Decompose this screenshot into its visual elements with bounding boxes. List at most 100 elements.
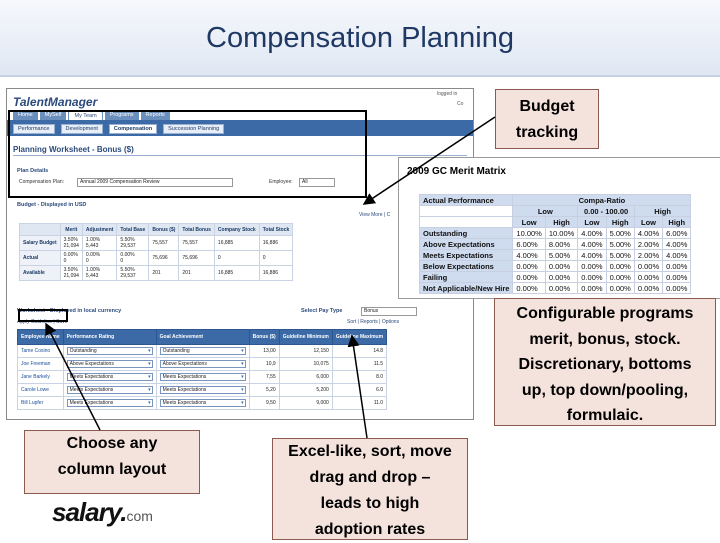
worksheet-column-header[interactable]: Guideline Minimum bbox=[278, 329, 333, 345]
worksheet-column-header[interactable]: Guideline Maximum bbox=[331, 329, 388, 345]
worksheet-column-header[interactable]: Bonus ($) bbox=[248, 329, 280, 345]
budget-column-header: Total Bonus bbox=[178, 223, 215, 236]
matrix-cell: 5.00% bbox=[605, 238, 635, 250]
merit-matrix-table: Actual Performance Compa-Ratio Low 0.00 - 1… bbox=[418, 194, 692, 294]
matrix-cell: 0.00% bbox=[577, 282, 607, 294]
budget-view-more-link[interactable]: View More | C bbox=[359, 212, 390, 218]
matrix-cell: 0.00% bbox=[633, 260, 664, 272]
bonus-input-cell[interactable]: 9,50 bbox=[248, 396, 280, 410]
chevron-down-icon[interactable]: ▾ bbox=[241, 374, 244, 380]
chevron-down-icon[interactable]: ▾ bbox=[241, 400, 244, 406]
chevron-down-icon[interactable]: ▾ bbox=[148, 361, 151, 367]
budget-row: Actual 0.00% 0 0.00% 0 0.00% 0 75,696 75,696 0… bbox=[19, 250, 294, 266]
bonus-input-cell[interactable]: 7,55 bbox=[248, 370, 280, 384]
callout-line: column layout bbox=[57, 461, 167, 478]
matrix-subheader: Low bbox=[512, 216, 546, 228]
guideline-max-cell: 11.0 bbox=[331, 396, 388, 410]
budget-table: Merit Adjustment Total Base Bonus ($) Total … bbox=[19, 223, 294, 281]
budget-cell: 16,886 bbox=[258, 265, 294, 281]
matrix-row: Above Expectations 6.00% 8.00% 4.00% 5.00% 2.… bbox=[418, 238, 692, 250]
matrix-row-label: Above Expectations bbox=[418, 238, 514, 250]
matrix-cell: 0.00% bbox=[577, 271, 607, 283]
chevron-down-icon[interactable]: ▾ bbox=[241, 361, 244, 367]
goal-achievement-cell: Meets Expectations ▾ bbox=[155, 370, 250, 384]
employee-name-cell[interactable]: Carole Lowe bbox=[17, 383, 64, 397]
matrix-cell: 5.00% bbox=[605, 227, 635, 239]
chevron-down-icon[interactable]: ▾ bbox=[148, 348, 151, 354]
guideline-min-cell: 9,000 bbox=[278, 396, 333, 410]
matrix-subheader: High bbox=[605, 216, 635, 228]
budget-cell: 75,696 bbox=[178, 250, 215, 266]
matrix-spacer bbox=[418, 216, 514, 228]
callout-column-layout: Choose any column layout bbox=[24, 430, 200, 494]
callout-line: Budget bbox=[519, 98, 575, 115]
matrix-cell: 4.00% bbox=[577, 249, 607, 261]
employee-name-cell[interactable]: Jane Barkely bbox=[17, 370, 64, 384]
range-high-header: High bbox=[633, 205, 692, 217]
performance-rating-select[interactable]: Meets Expectations ▾ bbox=[66, 399, 153, 407]
callout-line: Excel-like, sort, move bbox=[288, 443, 452, 460]
worksheet-column-header[interactable]: Performance Rating bbox=[62, 329, 157, 345]
budget-column-header: Total Base bbox=[116, 223, 150, 236]
table-row: Tame Cosino Outstanding ▾ Outstanding ▾ 13,00… bbox=[17, 344, 388, 358]
matrix-spacer bbox=[418, 205, 514, 217]
sort-report-links[interactable]: Sort | Reports | Options bbox=[347, 319, 399, 325]
performance-rating-cell: Above Expectations ▾ bbox=[62, 357, 157, 371]
budget-cell: 201 bbox=[148, 265, 180, 281]
matrix-cell: 4.00% bbox=[662, 249, 692, 261]
matrix-cell: 0.00% bbox=[605, 260, 635, 272]
employee-name-cell[interactable]: Tame Cosino bbox=[17, 344, 64, 358]
chevron-down-icon[interactable]: ▾ bbox=[148, 387, 151, 393]
merit-matrix-panel: 2009 GC Merit Matrix Actual Performance C… bbox=[398, 157, 720, 299]
performance-rating-select[interactable]: Above Expectations ▾ bbox=[66, 360, 153, 368]
callout-line: Choose any bbox=[66, 435, 158, 452]
goal-achievement-value: Above Expectations bbox=[162, 361, 207, 367]
matrix-cell: 8.00% bbox=[544, 238, 579, 250]
matrix-subheader: Low bbox=[577, 216, 607, 228]
goal-achievement-value: Outstanding bbox=[162, 348, 190, 354]
worksheet-column-header[interactable]: Employee Name bbox=[17, 329, 64, 345]
callout-line: Configurable programs bbox=[516, 305, 694, 322]
chevron-down-icon[interactable]: ▾ bbox=[148, 374, 151, 380]
goal-achievement-select[interactable]: Outstanding ▾ bbox=[159, 347, 246, 355]
bonus-input-cell[interactable]: 10,9 bbox=[248, 357, 280, 371]
budget-cell: 75,696 bbox=[148, 250, 180, 266]
performance-rating-select[interactable]: Outstanding ▾ bbox=[66, 347, 153, 355]
matrix-cell: 0.00% bbox=[633, 271, 664, 283]
chevron-down-icon[interactable]: ▾ bbox=[241, 387, 244, 393]
guideline-min-cell: 6,000 bbox=[278, 370, 333, 384]
matrix-cell: 0.00% bbox=[544, 282, 579, 294]
goal-achievement-value: Meets Expectations bbox=[162, 400, 207, 406]
matrix-cell: 2.00% bbox=[633, 238, 664, 250]
performance-rating-select[interactable]: Meets Expectations ▾ bbox=[66, 373, 153, 381]
matrix-cell: 6.00% bbox=[512, 238, 546, 250]
chevron-down-icon[interactable]: ▾ bbox=[241, 348, 244, 354]
bonus-input-cell[interactable]: 5,20 bbox=[248, 383, 280, 397]
performance-rating-select[interactable]: Meets Expectations ▾ bbox=[66, 386, 153, 394]
compa-ratio-header: Compa-Ratio bbox=[512, 194, 692, 206]
pay-type-select[interactable]: Bonus bbox=[361, 307, 417, 316]
employee-name-cell[interactable]: Bill Lupfer bbox=[17, 396, 64, 410]
goal-achievement-select[interactable]: Meets Expectations ▾ bbox=[159, 399, 246, 407]
goal-achievement-select[interactable]: Above Expectations ▾ bbox=[159, 360, 246, 368]
matrix-subheader: Low bbox=[633, 216, 664, 228]
budget-header[interactable]: Budget - Displayed in USD bbox=[17, 202, 86, 208]
goal-achievement-select[interactable]: Meets Expectations ▾ bbox=[159, 373, 246, 381]
matrix-cell: 0.00% bbox=[512, 260, 546, 272]
budget-highlight-box bbox=[8, 110, 367, 198]
bonus-input-cell[interactable]: 13,00 bbox=[248, 344, 280, 358]
matrix-cell: 0.00% bbox=[512, 282, 546, 294]
matrix-cell: 4.00% bbox=[633, 227, 664, 239]
budget-cell: 3.50% 21,094 bbox=[59, 265, 83, 281]
chevron-down-icon[interactable]: ▾ bbox=[148, 400, 151, 406]
budget-column-header: Bonus ($) bbox=[148, 223, 180, 236]
budget-cell: 16,885 bbox=[213, 265, 260, 281]
budget-row-label: Actual bbox=[19, 250, 61, 266]
employee-name-cell[interactable]: Joe Freeman bbox=[17, 357, 64, 371]
performance-rating-cell: Outstanding ▾ bbox=[62, 344, 157, 358]
matrix-row: Meets Expectations 4.00% 5.00% 4.00% 5.00% 2.… bbox=[418, 249, 692, 261]
worksheet-column-header[interactable]: Goal Achievement bbox=[155, 329, 250, 345]
goal-achievement-cell: Meets Expectations ▾ bbox=[155, 396, 250, 410]
budget-column-header: Adjustment bbox=[81, 223, 118, 236]
goal-achievement-select[interactable]: Meets Expectations ▾ bbox=[159, 386, 246, 394]
